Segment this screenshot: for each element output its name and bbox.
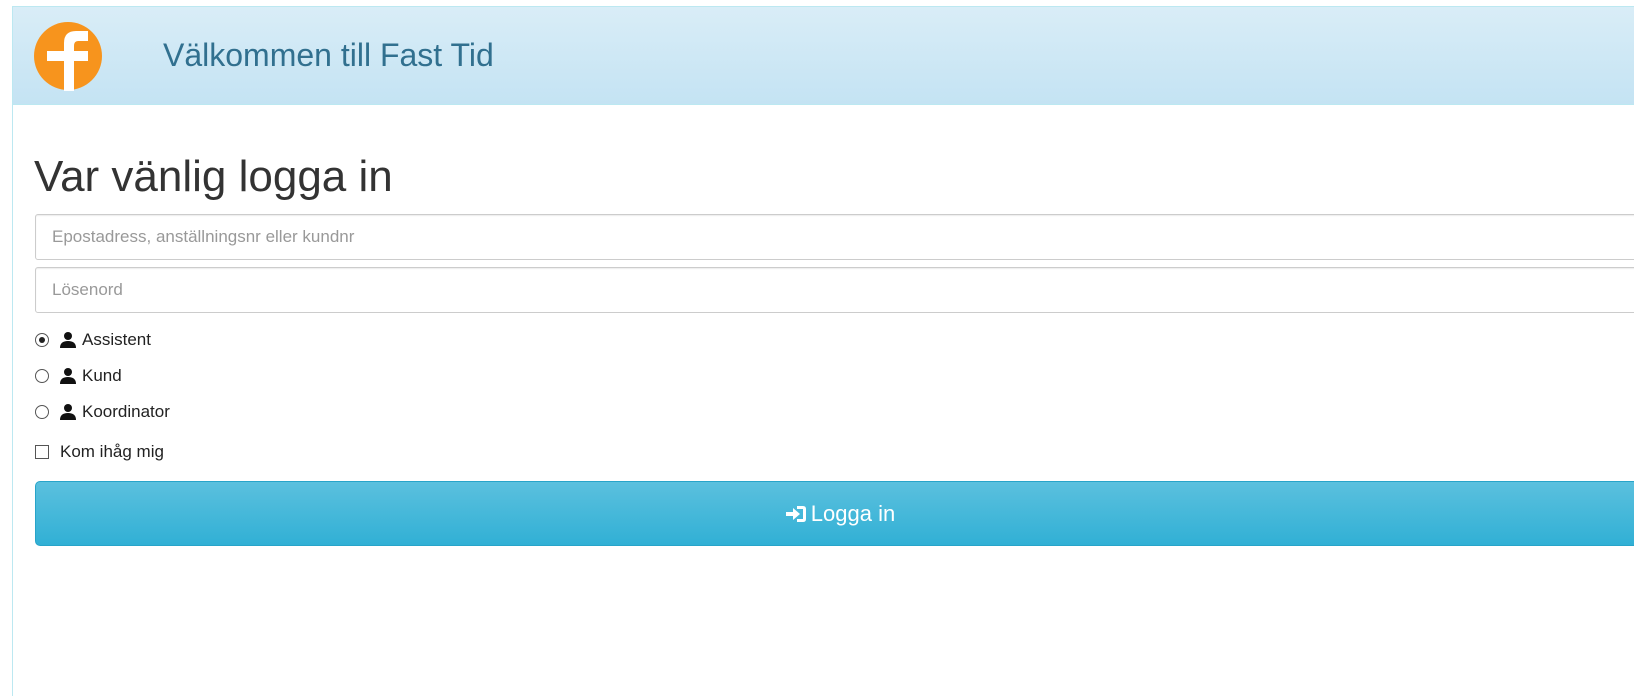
role-label-kund: Kund [82, 366, 122, 385]
user-icon [60, 404, 76, 420]
header-bar: Välkommen till Fast Tid [13, 7, 1634, 105]
page-title: Var vänlig logga in [34, 152, 393, 201]
user-icon [60, 332, 76, 348]
role-option-koordinator[interactable]: Koordinator [35, 401, 170, 423]
remember-me-label: Kom ihåg mig [60, 442, 164, 461]
role-radio-kund[interactable] [35, 369, 49, 383]
role-label-assistent: Assistent [82, 330, 151, 349]
username-input[interactable] [35, 214, 1634, 260]
role-option-kund[interactable]: Kund [35, 365, 122, 387]
role-option-assistent[interactable]: Assistent [35, 329, 151, 351]
header-title: Välkommen till Fast Tid [163, 37, 494, 73]
remember-me-option[interactable]: Kom ihåg mig [35, 441, 164, 463]
role-radio-assistent[interactable] [35, 333, 49, 347]
login-panel: Välkommen till Fast Tid Var vänlig logga… [12, 6, 1634, 696]
log-in-icon [785, 505, 806, 522]
role-radio-koordinator[interactable] [35, 405, 49, 419]
user-icon [60, 368, 76, 384]
fast-tid-logo-icon [34, 22, 102, 91]
password-input[interactable] [35, 267, 1634, 313]
login-button[interactable]: Logga in [35, 481, 1634, 546]
login-button-label: Logga in [810, 500, 896, 526]
role-label-koordinator: Koordinator [82, 402, 170, 421]
remember-me-checkbox[interactable] [35, 445, 49, 459]
